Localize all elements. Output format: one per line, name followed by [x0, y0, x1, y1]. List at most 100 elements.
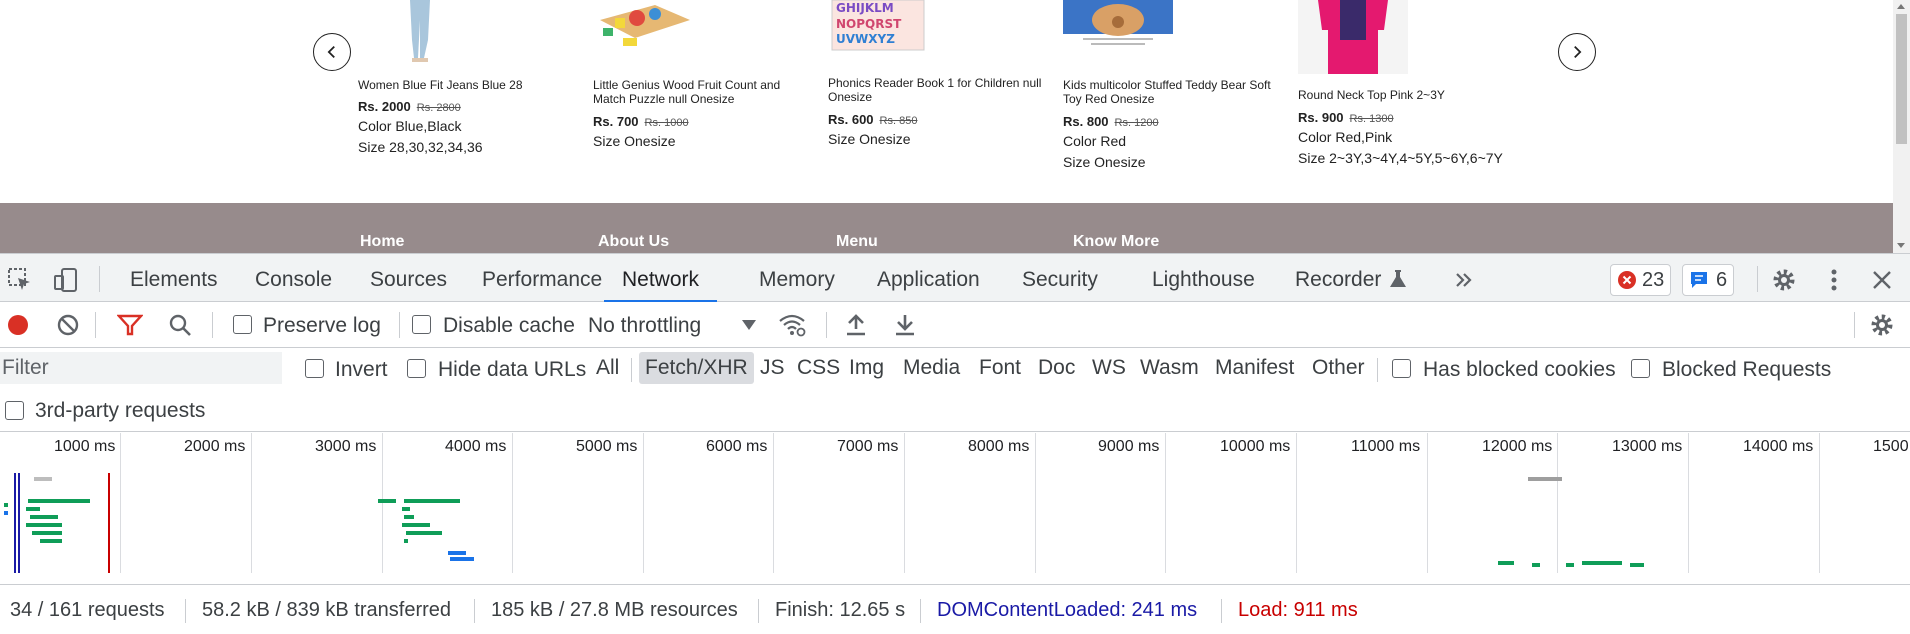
tick-label: 13000 ms	[1612, 438, 1683, 455]
preserve-log-label[interactable]: Preserve log	[263, 314, 381, 338]
tab-memory[interactable]: Memory	[759, 254, 835, 302]
invert-checkbox[interactable]	[305, 359, 324, 378]
tab-application[interactable]: Application	[877, 254, 980, 302]
filter-toggle-button[interactable]	[116, 311, 144, 339]
filter-type-all[interactable]: All	[590, 352, 625, 384]
third-party-checkbox[interactable]	[5, 401, 24, 420]
has-blocked-cookies-checkbox[interactable]	[1392, 359, 1411, 378]
inspect-element-icon[interactable]	[6, 266, 34, 294]
tick-label: 14000 ms	[1743, 438, 1814, 455]
throttling-dropdown-icon[interactable]	[735, 311, 763, 339]
preserve-log-checkbox[interactable]	[233, 315, 252, 334]
more-tabs-icon[interactable]	[1450, 266, 1478, 294]
filter-type-ws[interactable]: WS	[1086, 352, 1132, 384]
has-blocked-cookies-label[interactable]: Has blocked cookies	[1423, 358, 1616, 382]
network-conditions-icon[interactable]	[778, 311, 806, 339]
filter-type-wasm[interactable]: Wasm	[1134, 352, 1205, 384]
hide-data-urls-checkbox[interactable]	[407, 359, 426, 378]
product-color: Color Blue,Black	[358, 118, 462, 134]
chevron-left-icon	[327, 45, 335, 59]
waterfall-bar	[404, 539, 408, 543]
tick-label: 6000 ms	[706, 438, 768, 455]
waterfall-bar	[448, 551, 466, 555]
product-name[interactable]: Women Blue Fit Jeans Blue 28	[358, 78, 578, 92]
footer-link-home[interactable]: Home	[360, 233, 404, 251]
disable-cache-label[interactable]: Disable cache	[443, 314, 575, 338]
network-status-bar: 34 / 161 requests 58.2 kB / 839 kB trans…	[0, 584, 1910, 634]
product-price: Rs. 800 Rs. 1200	[1063, 114, 1159, 129]
messages-count: 6	[1716, 268, 1728, 291]
footer-link-menu[interactable]: Menu	[836, 233, 878, 251]
tab-sources[interactable]: Sources	[370, 254, 447, 302]
third-party-label[interactable]: 3rd-party requests	[35, 399, 205, 423]
network-settings-gear-icon[interactable]	[1868, 311, 1896, 339]
waterfall-bar	[404, 515, 414, 519]
filter-type-other[interactable]: Other	[1306, 352, 1371, 384]
carousel-prev-button[interactable]	[313, 33, 351, 71]
tab-console[interactable]: Console	[255, 254, 332, 302]
carousel-next-button[interactable]	[1558, 33, 1596, 71]
filter-input[interactable]	[0, 352, 282, 384]
product-name[interactable]: Kids multicolor Stuffed Teddy Bear Soft …	[1063, 78, 1283, 106]
messages-badge[interactable]: 6	[1682, 264, 1735, 296]
throttling-select[interactable]: No throttling	[588, 314, 701, 338]
product-size: Size Onesize	[593, 133, 676, 149]
filter-type-media[interactable]: Media	[897, 352, 966, 384]
tab-recorder[interactable]: Recorder	[1295, 254, 1381, 302]
product-image	[1063, 0, 1173, 45]
error-icon	[1618, 271, 1636, 289]
product-name[interactable]: Round Neck Top Pink 2~3Y	[1298, 88, 1518, 102]
import-har-icon[interactable]	[842, 311, 870, 339]
filter-type-manifest[interactable]: Manifest	[1209, 352, 1300, 384]
device-toolbar-icon[interactable]	[52, 266, 80, 294]
tab-lighthouse[interactable]: Lighthouse	[1152, 254, 1255, 302]
blocked-requests-label[interactable]: Blocked Requests	[1662, 358, 1831, 382]
filter-icon	[117, 314, 143, 336]
record-button[interactable]	[4, 311, 32, 339]
product-name[interactable]: Little Genius Wood Fruit Count and Match…	[593, 78, 813, 106]
filter-type-js[interactable]: JS	[754, 352, 791, 384]
tab-network[interactable]: Network	[604, 254, 718, 302]
settings-gear-icon[interactable]	[1770, 266, 1798, 294]
blocked-requests-checkbox[interactable]	[1631, 359, 1650, 378]
page-scrollbar[interactable]	[1893, 0, 1910, 253]
web-page: Women Blue Fit Jeans Blue 28 Rs. 2000 Rs.…	[0, 0, 1910, 253]
waterfall-bar	[26, 507, 40, 511]
footer-link-know-more[interactable]: Know More	[1073, 233, 1159, 251]
status-requests: 34 / 161 requests	[10, 599, 165, 621]
search-button[interactable]	[166, 311, 194, 339]
filter-type-doc[interactable]: Doc	[1032, 352, 1081, 384]
filter-type-font[interactable]: Font	[973, 352, 1027, 384]
filter-type-css[interactable]: CSS	[791, 352, 846, 384]
waterfall-bar	[402, 507, 410, 511]
network-overview-timeline[interactable]: 1000 ms 2000 ms 3000 ms 4000 ms 5000 ms …	[0, 433, 1910, 573]
status-transferred: 58.2 kB / 839 kB transferred	[202, 599, 452, 621]
scrollbar-thumb[interactable]	[1896, 14, 1907, 144]
waterfall-bar	[1498, 561, 1514, 565]
hide-data-urls-label[interactable]: Hide data URLs	[438, 358, 586, 382]
devtools-panel: Elements Console Sources Performance Net…	[0, 253, 1910, 634]
load-marker	[108, 473, 110, 573]
product-size: Size Onesize	[1063, 154, 1146, 170]
product-name[interactable]: Phonics Reader Book 1 for Children null …	[828, 76, 1048, 104]
filter-type-img[interactable]: Img	[843, 352, 890, 384]
filter-type-fetch-xhr[interactable]: Fetch/XHR	[639, 352, 754, 384]
export-har-icon[interactable]	[891, 311, 919, 339]
waterfall-bar	[34, 477, 52, 481]
tab-elements[interactable]: Elements	[130, 254, 218, 302]
tab-security[interactable]: Security	[1022, 254, 1098, 302]
third-party-bar: 3rd-party requests	[0, 390, 1910, 432]
more-options-icon[interactable]	[1820, 266, 1848, 294]
clear-button[interactable]	[54, 311, 82, 339]
footer-link-about[interactable]: About Us	[598, 233, 669, 251]
devtools-tabbar: Elements Console Sources Performance Net…	[0, 254, 1910, 302]
errors-badge[interactable]: 23	[1610, 264, 1672, 296]
tab-performance[interactable]: Performance	[482, 254, 602, 302]
tick-label: 4000 ms	[445, 438, 507, 455]
close-icon[interactable]	[1868, 266, 1896, 294]
dom-content-loaded-marker	[18, 473, 20, 573]
tick-label: 5000 ms	[576, 438, 638, 455]
product-image	[600, 5, 690, 46]
disable-cache-checkbox[interactable]	[412, 315, 431, 334]
invert-label[interactable]: Invert	[335, 358, 388, 382]
